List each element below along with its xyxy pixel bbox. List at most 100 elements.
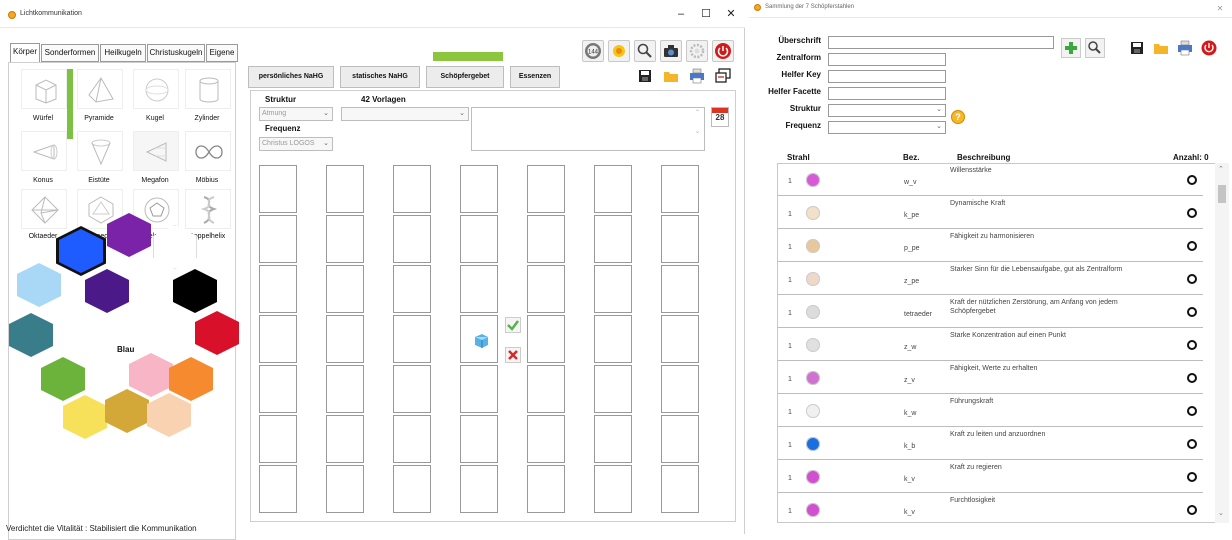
essenzen-button[interactable]: Essenzen: [510, 66, 560, 88]
list-row[interactable]: 1 k_v Furchtlosigkeit: [778, 494, 1203, 522]
tab-sonderformen[interactable]: Sonderformen: [41, 44, 99, 62]
tab-koerper[interactable]: Körper: [10, 43, 40, 63]
shape-cylinder[interactable]: [185, 69, 231, 109]
textarea-scrollbar[interactable]: ⌃ ⌄: [695, 109, 703, 149]
close-button[interactable]: ✕: [1211, 1, 1229, 17]
color-swatch-white[interactable]: [153, 225, 197, 269]
slot-cell[interactable]: [393, 465, 431, 513]
folder-icon[interactable]: [1153, 40, 1169, 56]
slot-cell[interactable]: [527, 415, 565, 463]
radio-circle-icon[interactable]: [1187, 208, 1197, 218]
search-icon[interactable]: [634, 40, 656, 62]
color-swatch-indigo[interactable]: [85, 269, 129, 313]
slot-cell[interactable]: [594, 215, 632, 263]
close-button[interactable]: ✕: [722, 6, 740, 22]
color-swatch-orange[interactable]: [169, 357, 213, 401]
shape-cone[interactable]: [21, 131, 67, 171]
color-swatch-gold[interactable]: [105, 389, 149, 433]
struktur-combo[interactable]: Atmung ⌄: [259, 107, 333, 121]
slot-cell[interactable]: [594, 265, 632, 313]
slot-cell[interactable]: [259, 465, 297, 513]
slot-cell[interactable]: [326, 265, 364, 313]
shape-sphere[interactable]: [133, 69, 179, 109]
slot-cell[interactable]: [326, 215, 364, 263]
maximize-button[interactable]: ☐: [697, 6, 715, 22]
slot-cell[interactable]: [460, 415, 498, 463]
list-row[interactable]: 1 tetraeder Kraft der nützlichen Zerstörun…: [778, 296, 1203, 328]
gear-icon[interactable]: [686, 40, 708, 62]
schoepfergebet-button[interactable]: Schöpfergebet: [426, 66, 504, 88]
print-icon[interactable]: [686, 66, 708, 88]
shape-megaphone[interactable]: [133, 131, 179, 171]
help-icon[interactable]: ?: [951, 110, 965, 124]
radio-circle-icon[interactable]: [1187, 505, 1197, 515]
slot-cell[interactable]: [460, 165, 498, 213]
slot-cell[interactable]: [460, 265, 498, 313]
calendar-icon[interactable]: 28: [711, 107, 729, 127]
slot-cell[interactable]: [393, 165, 431, 213]
slot-cell[interactable]: [661, 315, 699, 363]
slot-cell[interactable]: [661, 415, 699, 463]
slot-cell[interactable]: [594, 315, 632, 363]
list-row[interactable]: 1 k_v Kraft zu regieren: [778, 461, 1203, 493]
sun-icon[interactable]: [608, 40, 630, 62]
slot-cell[interactable]: [527, 315, 565, 363]
slot-cell[interactable]: [594, 415, 632, 463]
slot-cell[interactable]: [527, 165, 565, 213]
window-icon[interactable]: [712, 66, 734, 88]
frequenz-combo[interactable]: Christus LOGOS ⌄: [259, 137, 333, 151]
slot-cell[interactable]: [661, 165, 699, 213]
slot-cell[interactable]: [527, 215, 565, 263]
search-icon[interactable]: [1085, 38, 1105, 58]
cube-blue-icon[interactable]: [473, 333, 489, 349]
folder-icon[interactable]: [660, 66, 682, 88]
tab-christuskugeln[interactable]: Christuskugeln: [147, 44, 205, 62]
power-icon[interactable]: [712, 40, 734, 62]
power-icon[interactable]: [1201, 40, 1217, 56]
list-row[interactable]: 1 p_pe Fähigkeit zu harmonisieren: [778, 230, 1203, 262]
list-row[interactable]: 1 z_v Fähigkeit, Werte zu erhalten: [778, 362, 1203, 394]
list-row[interactable]: 1 w_v Willensstärke: [778, 164, 1203, 196]
camera-icon[interactable]: [660, 40, 682, 62]
slot-cell[interactable]: [259, 365, 297, 413]
scroll-thumb[interactable]: [1218, 185, 1226, 203]
slot-cell[interactable]: [393, 315, 431, 363]
color-swatch-red[interactable]: [195, 311, 239, 355]
slot-cell[interactable]: [326, 365, 364, 413]
color-swatch-yellow[interactable]: [63, 395, 107, 439]
slot-cell[interactable]: [393, 265, 431, 313]
ueberschrift-input[interactable]: [828, 36, 1054, 49]
scroll-down-icon[interactable]: ⌄: [1218, 509, 1224, 517]
helfer-facette-input[interactable]: [828, 87, 946, 100]
slot-cell[interactable]: [460, 215, 498, 263]
list-scrollbar[interactable]: ⌃ ⌄: [1215, 163, 1229, 523]
accept-icon[interactable]: [505, 317, 521, 333]
shape-moebius[interactable]: [185, 131, 231, 171]
radio-circle-icon[interactable]: [1187, 472, 1197, 482]
slot-cell[interactable]: [259, 415, 297, 463]
shape-icecone[interactable]: [77, 131, 123, 171]
slot-cell[interactable]: [527, 465, 565, 513]
radio-circle-icon[interactable]: [1187, 439, 1197, 449]
shape-cube[interactable]: [21, 69, 67, 109]
zentralform-input[interactable]: [828, 53, 946, 66]
radio-circle-icon[interactable]: [1187, 373, 1197, 383]
minimize-button[interactable]: –: [672, 6, 690, 22]
radio-circle-icon[interactable]: [1187, 241, 1197, 251]
slot-cell[interactable]: [259, 165, 297, 213]
color-swatch-pink[interactable]: [129, 353, 173, 397]
persoenliches-nahg-button[interactable]: persönliches NaHG: [248, 66, 334, 88]
radio-circle-icon[interactable]: [1187, 406, 1197, 416]
slot-cell[interactable]: [326, 315, 364, 363]
save-icon[interactable]: [634, 66, 656, 88]
frequenz-combo[interactable]: ⌄: [828, 121, 946, 134]
shape-helix[interactable]: [185, 189, 231, 229]
slot-cell[interactable]: [393, 415, 431, 463]
slot-cell[interactable]: [259, 265, 297, 313]
list-row[interactable]: 1 z_pe Starker Sinn für die Lebensaufgabe,…: [778, 263, 1203, 295]
print-icon[interactable]: [1177, 40, 1193, 56]
shape-octahedron[interactable]: [21, 189, 67, 229]
color-swatch-green[interactable]: [41, 357, 85, 401]
description-textarea[interactable]: ⌃ ⌄: [471, 107, 705, 151]
add-icon[interactable]: [1061, 38, 1081, 58]
